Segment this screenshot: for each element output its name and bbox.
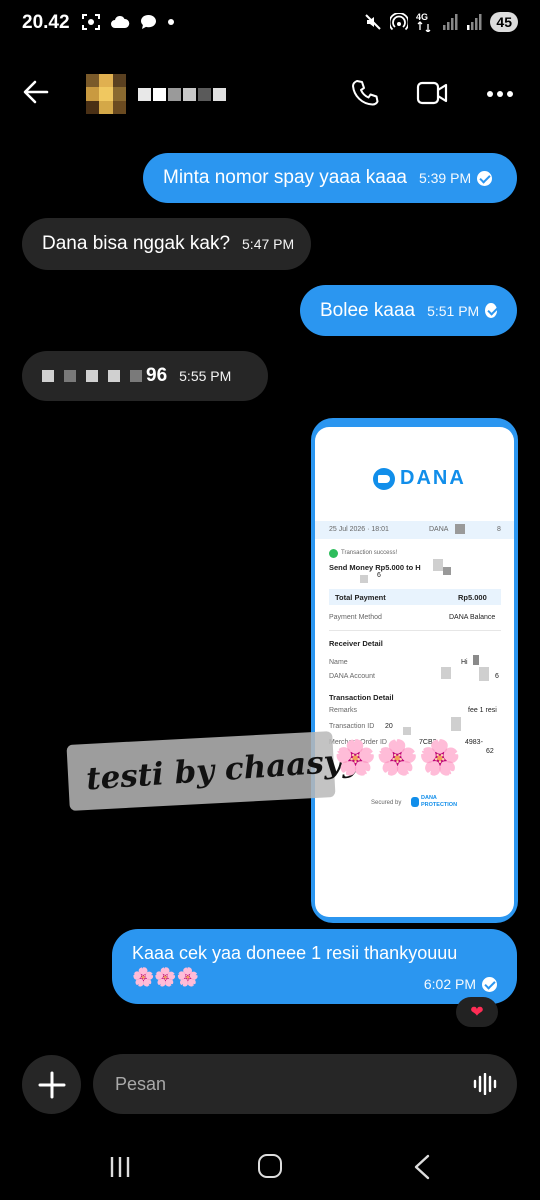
- shield-icon: [411, 797, 419, 807]
- heart-icon: ❤: [470, 1004, 484, 1021]
- message-text: Kaaa cek yaa doneee 1 resii thankyouuu: [132, 943, 458, 963]
- contact-name-redacted[interactable]: [138, 88, 226, 101]
- signal-icon: [467, 14, 482, 30]
- message-time: 6:02 PM: [423, 976, 476, 992]
- message-time: 5:55 PM: [179, 368, 232, 384]
- message-text: Dana bisa nggak kak?: [42, 233, 231, 254]
- message-emoji: 🌸🌸🌸: [132, 967, 200, 987]
- recent-apps-icon[interactable]: [108, 1155, 132, 1179]
- screenshot-icon: [82, 14, 100, 30]
- receipt-datetime: 25 Jul 2026 · 18:01: [329, 526, 389, 533]
- message-outgoing[interactable]: Bolee kaaa 5:51 PM: [300, 285, 517, 336]
- receipt-success: Transaction success!: [341, 550, 398, 556]
- message-incoming[interactable]: 96 5:55 PM: [22, 351, 268, 401]
- chat-icon: [141, 15, 156, 29]
- plus-icon: [38, 1071, 65, 1098]
- more-dots-icon[interactable]: [486, 90, 514, 98]
- image-message[interactable]: DANA 25 Jul 2026 · 18:01 DANA 8 Transact…: [311, 418, 518, 923]
- message-outgoing[interactable]: Minta nomor spay yaaa kaaa 5:39 PM: [143, 153, 517, 203]
- message-text: Bolee kaaa: [320, 299, 416, 321]
- receipt-image: DANA 25 Jul 2026 · 18:01 DANA 8 Transact…: [315, 427, 514, 917]
- status-bar: 20.42 4G 45: [0, 0, 540, 50]
- svg-text:4G: 4G: [416, 12, 428, 22]
- message-time: 5:51 PM: [427, 302, 480, 319]
- chat-header: [0, 64, 540, 124]
- 4g-signal-icon: 4G: [416, 12, 431, 32]
- message-footer: 6:02 PM: [412, 976, 497, 992]
- video-camera-icon[interactable]: [416, 80, 448, 106]
- status-left-icons: [82, 14, 175, 30]
- dana-logo: DANA: [373, 467, 466, 490]
- heart-reaction[interactable]: ❤: [456, 997, 498, 1027]
- receipt-send-line: Send Money Rp5.000 to H: [329, 563, 421, 572]
- status-time: 20.42: [22, 12, 70, 33]
- message-time: 5:47 PM: [242, 236, 295, 252]
- message-incoming[interactable]: Dana bisa nggak kak? 5:47 PM: [22, 218, 311, 270]
- message-outgoing[interactable]: Kaaa cek yaa doneee 1 resii thankyouuu 🌸…: [112, 929, 517, 1004]
- seen-check-icon: [477, 170, 493, 186]
- system-nav-bar: [0, 1140, 540, 1200]
- message-text: 96: [146, 365, 168, 386]
- add-attachment-button[interactable]: [22, 1055, 81, 1114]
- hotspot-icon: [390, 13, 409, 31]
- voice-wave-icon[interactable]: [473, 1073, 497, 1095]
- back-icon[interactable]: [412, 1154, 432, 1180]
- status-right-icons: 4G 45: [364, 12, 518, 32]
- arrow-left-icon[interactable]: [22, 78, 50, 106]
- redacted-number: 96: [42, 365, 167, 387]
- receipt-total-value: Rp5.000: [458, 593, 487, 602]
- dot-icon: [168, 19, 174, 25]
- dana-wallet-icon: [373, 467, 395, 490]
- mute-icon: [365, 14, 382, 30]
- home-icon[interactable]: [258, 1154, 282, 1178]
- receipt-total-label: Total Payment: [335, 593, 386, 602]
- watermark-flowers: 🌸🌸🌸: [334, 739, 462, 777]
- seen-check-icon: [485, 303, 497, 318]
- message-input[interactable]: [115, 1054, 455, 1114]
- cloud-icon: [111, 15, 130, 28]
- battery-indicator: 45: [490, 12, 518, 32]
- seen-check-icon: [482, 976, 497, 992]
- phone-icon[interactable]: [350, 78, 380, 108]
- signal-icon: [443, 14, 458, 30]
- message-time: 5:39 PM: [418, 170, 472, 186]
- message-text: Minta nomor spay yaaa kaaa: [163, 167, 407, 188]
- avatar[interactable]: [86, 74, 126, 114]
- message-composer[interactable]: [93, 1054, 517, 1114]
